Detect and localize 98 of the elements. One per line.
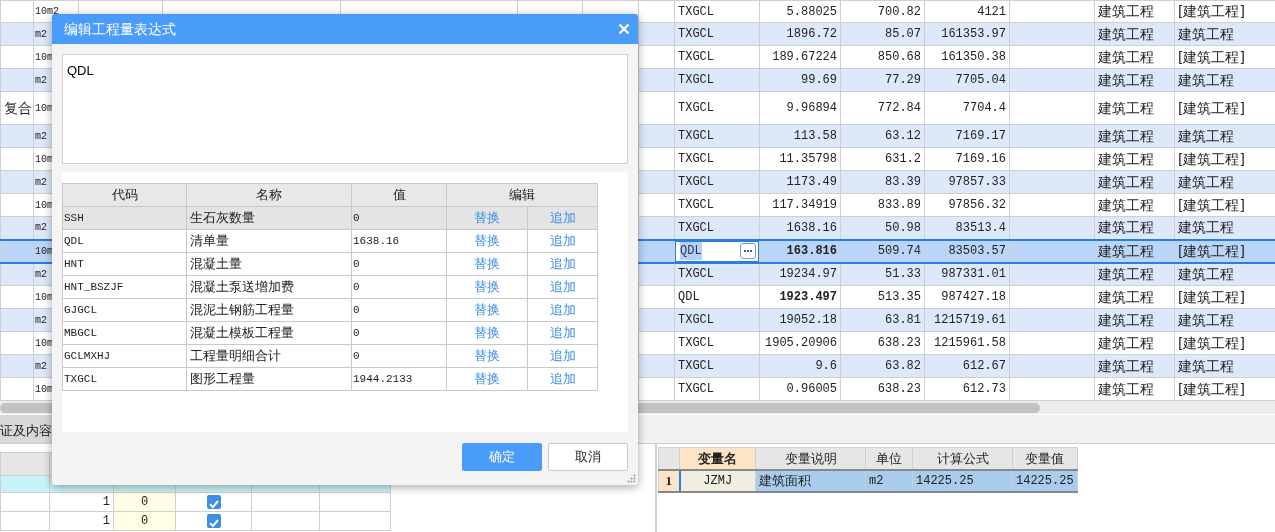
table-cell: 9.96894 xyxy=(759,91,841,125)
table-cell: 1 xyxy=(49,492,114,512)
table-cell: GCLMXHJ xyxy=(62,344,187,368)
column-header[interactable]: 变量值 xyxy=(1012,447,1078,470)
table-cell: 混泥土钢筋工程量 xyxy=(186,298,352,322)
table-cell: 0 xyxy=(351,344,447,368)
table-cell: 建筑工程 xyxy=(1094,331,1175,355)
table-cell: 163.816 xyxy=(759,239,841,263)
table-cell: 混凝土量 xyxy=(186,252,352,276)
cell-editor[interactable]: QDL xyxy=(674,239,760,263)
table-cell: TXGCL xyxy=(62,367,187,391)
table-cell: MBGCL xyxy=(62,321,187,345)
table-cell: 建筑工程 xyxy=(1094,45,1175,69)
close-icon[interactable] xyxy=(618,23,630,35)
table-cell: [建筑工程] xyxy=(1174,239,1275,263)
table-cell: 建筑工程 xyxy=(1094,193,1175,217)
checkbox[interactable] xyxy=(206,513,221,528)
table-cell: TXGCL xyxy=(674,147,760,171)
table-cell: 638.23 xyxy=(840,331,925,355)
table-cell: 631.2 xyxy=(840,147,925,171)
table-cell: 生石灰数量 xyxy=(186,206,352,230)
table-cell: 清单量 xyxy=(186,229,352,253)
table-cell: TXGCL xyxy=(674,91,760,125)
table-cell: 513.35 xyxy=(840,285,925,309)
table-cell: 700.82 xyxy=(840,0,925,23)
table-cell: 1905.20906 xyxy=(759,331,841,355)
table-cell: 97856.32 xyxy=(924,193,1010,217)
row-number: 1 xyxy=(658,469,680,492)
table-cell: 1638.16 xyxy=(351,229,447,253)
table-cell: 117.34919 xyxy=(759,193,841,217)
table-cell: 混凝土泵送增加费 xyxy=(186,275,352,299)
table-cell: 833.89 xyxy=(840,193,925,217)
table-cell: 0 xyxy=(351,252,447,276)
table-cell: GJGCL xyxy=(62,298,187,322)
table-cell: 638.23 xyxy=(840,377,925,401)
table-cell: 14225.25 xyxy=(1012,469,1078,492)
table-cell: 772.84 xyxy=(840,91,925,125)
column-header[interactable]: 变量名 xyxy=(679,447,756,470)
table-cell: QDL xyxy=(62,229,187,253)
table-cell: 1944.2133 xyxy=(351,367,447,391)
expression-field[interactable]: QDL xyxy=(62,54,628,164)
table-cell: 83503.57 xyxy=(924,239,1010,263)
table-cell: 建筑工程 xyxy=(1094,377,1175,401)
table-cell: 612.73 xyxy=(924,377,1010,401)
table-cell: 4121 xyxy=(924,0,1010,23)
table-cell: 0.96005 xyxy=(759,377,841,401)
selected-text: QDL xyxy=(680,242,702,260)
table-cell: 复合 xyxy=(0,91,34,125)
table-cell: 建筑面积 xyxy=(755,469,866,492)
table-cell: 7169.16 xyxy=(924,147,1010,171)
column-header[interactable]: 变量说明 xyxy=(755,447,866,470)
column-header[interactable]: 值 xyxy=(351,183,447,207)
table-cell: m2 xyxy=(865,469,913,492)
table-cell: 509.74 xyxy=(840,239,925,263)
table-cell: TXGCL xyxy=(674,193,760,217)
column-header[interactable]: 单位 xyxy=(865,447,913,470)
table-cell: 14225.25 xyxy=(912,469,1013,492)
column-header[interactable]: 计算公式 xyxy=(912,447,1013,470)
table-cell: 11.35798 xyxy=(759,147,841,171)
table-cell: 0 xyxy=(351,275,447,299)
cancel-button[interactable]: 取消 xyxy=(548,443,628,471)
column-header[interactable]: 编辑 xyxy=(446,183,598,207)
column-header[interactable]: 名称 xyxy=(186,183,352,207)
table-cell: 工程量明细合计 xyxy=(186,344,352,368)
table-cell: 161350.38 xyxy=(924,45,1010,69)
table-cell: 建筑工程 xyxy=(1094,239,1175,263)
table-cell: 189.67224 xyxy=(759,45,841,69)
table-cell: SSH xyxy=(62,206,187,230)
table-cell: 0 xyxy=(351,321,447,345)
table-cell: 图形工程量 xyxy=(186,367,352,391)
table-cell: 建筑工程 xyxy=(1094,91,1175,125)
table-cell: 5.88025 xyxy=(759,0,841,23)
table-cell: TXGCL xyxy=(674,0,760,23)
resize-handle[interactable] xyxy=(627,474,636,483)
tab[interactable]: 证及内容 xyxy=(0,415,52,443)
table-cell: 987427.18 xyxy=(924,285,1010,309)
table-cell: [建筑工程] xyxy=(1174,0,1275,23)
table-cell: 建筑工程 xyxy=(1094,147,1175,171)
checkbox[interactable] xyxy=(206,494,221,509)
table-cell: 1215961.58 xyxy=(924,331,1010,355)
table-cell: 850.68 xyxy=(840,45,925,69)
table-cell: HNT xyxy=(62,252,187,276)
table-cell: HNT_BSZJF xyxy=(62,275,187,299)
more-icon[interactable] xyxy=(740,243,756,259)
table-cell: 7704.4 xyxy=(924,91,1010,125)
table-cell: 1 xyxy=(49,511,114,531)
table-cell: TXGCL xyxy=(674,331,760,355)
table-cell: TXGCL xyxy=(674,377,760,401)
table-cell: 1923.497 xyxy=(759,285,841,309)
table-cell: 建筑工程 xyxy=(1094,0,1175,23)
table-cell: 建筑工程 xyxy=(1094,285,1175,309)
column-header[interactable]: 代码 xyxy=(62,183,187,207)
table-cell: 0 xyxy=(351,298,447,322)
confirm-button[interactable]: 确定 xyxy=(462,443,542,471)
table-cell[interactable]: JZMJ xyxy=(679,469,756,492)
table-cell: 混凝土模板工程量 xyxy=(186,321,352,345)
table-cell: TXGCL xyxy=(674,45,760,69)
table-cell: QDL xyxy=(674,285,760,309)
